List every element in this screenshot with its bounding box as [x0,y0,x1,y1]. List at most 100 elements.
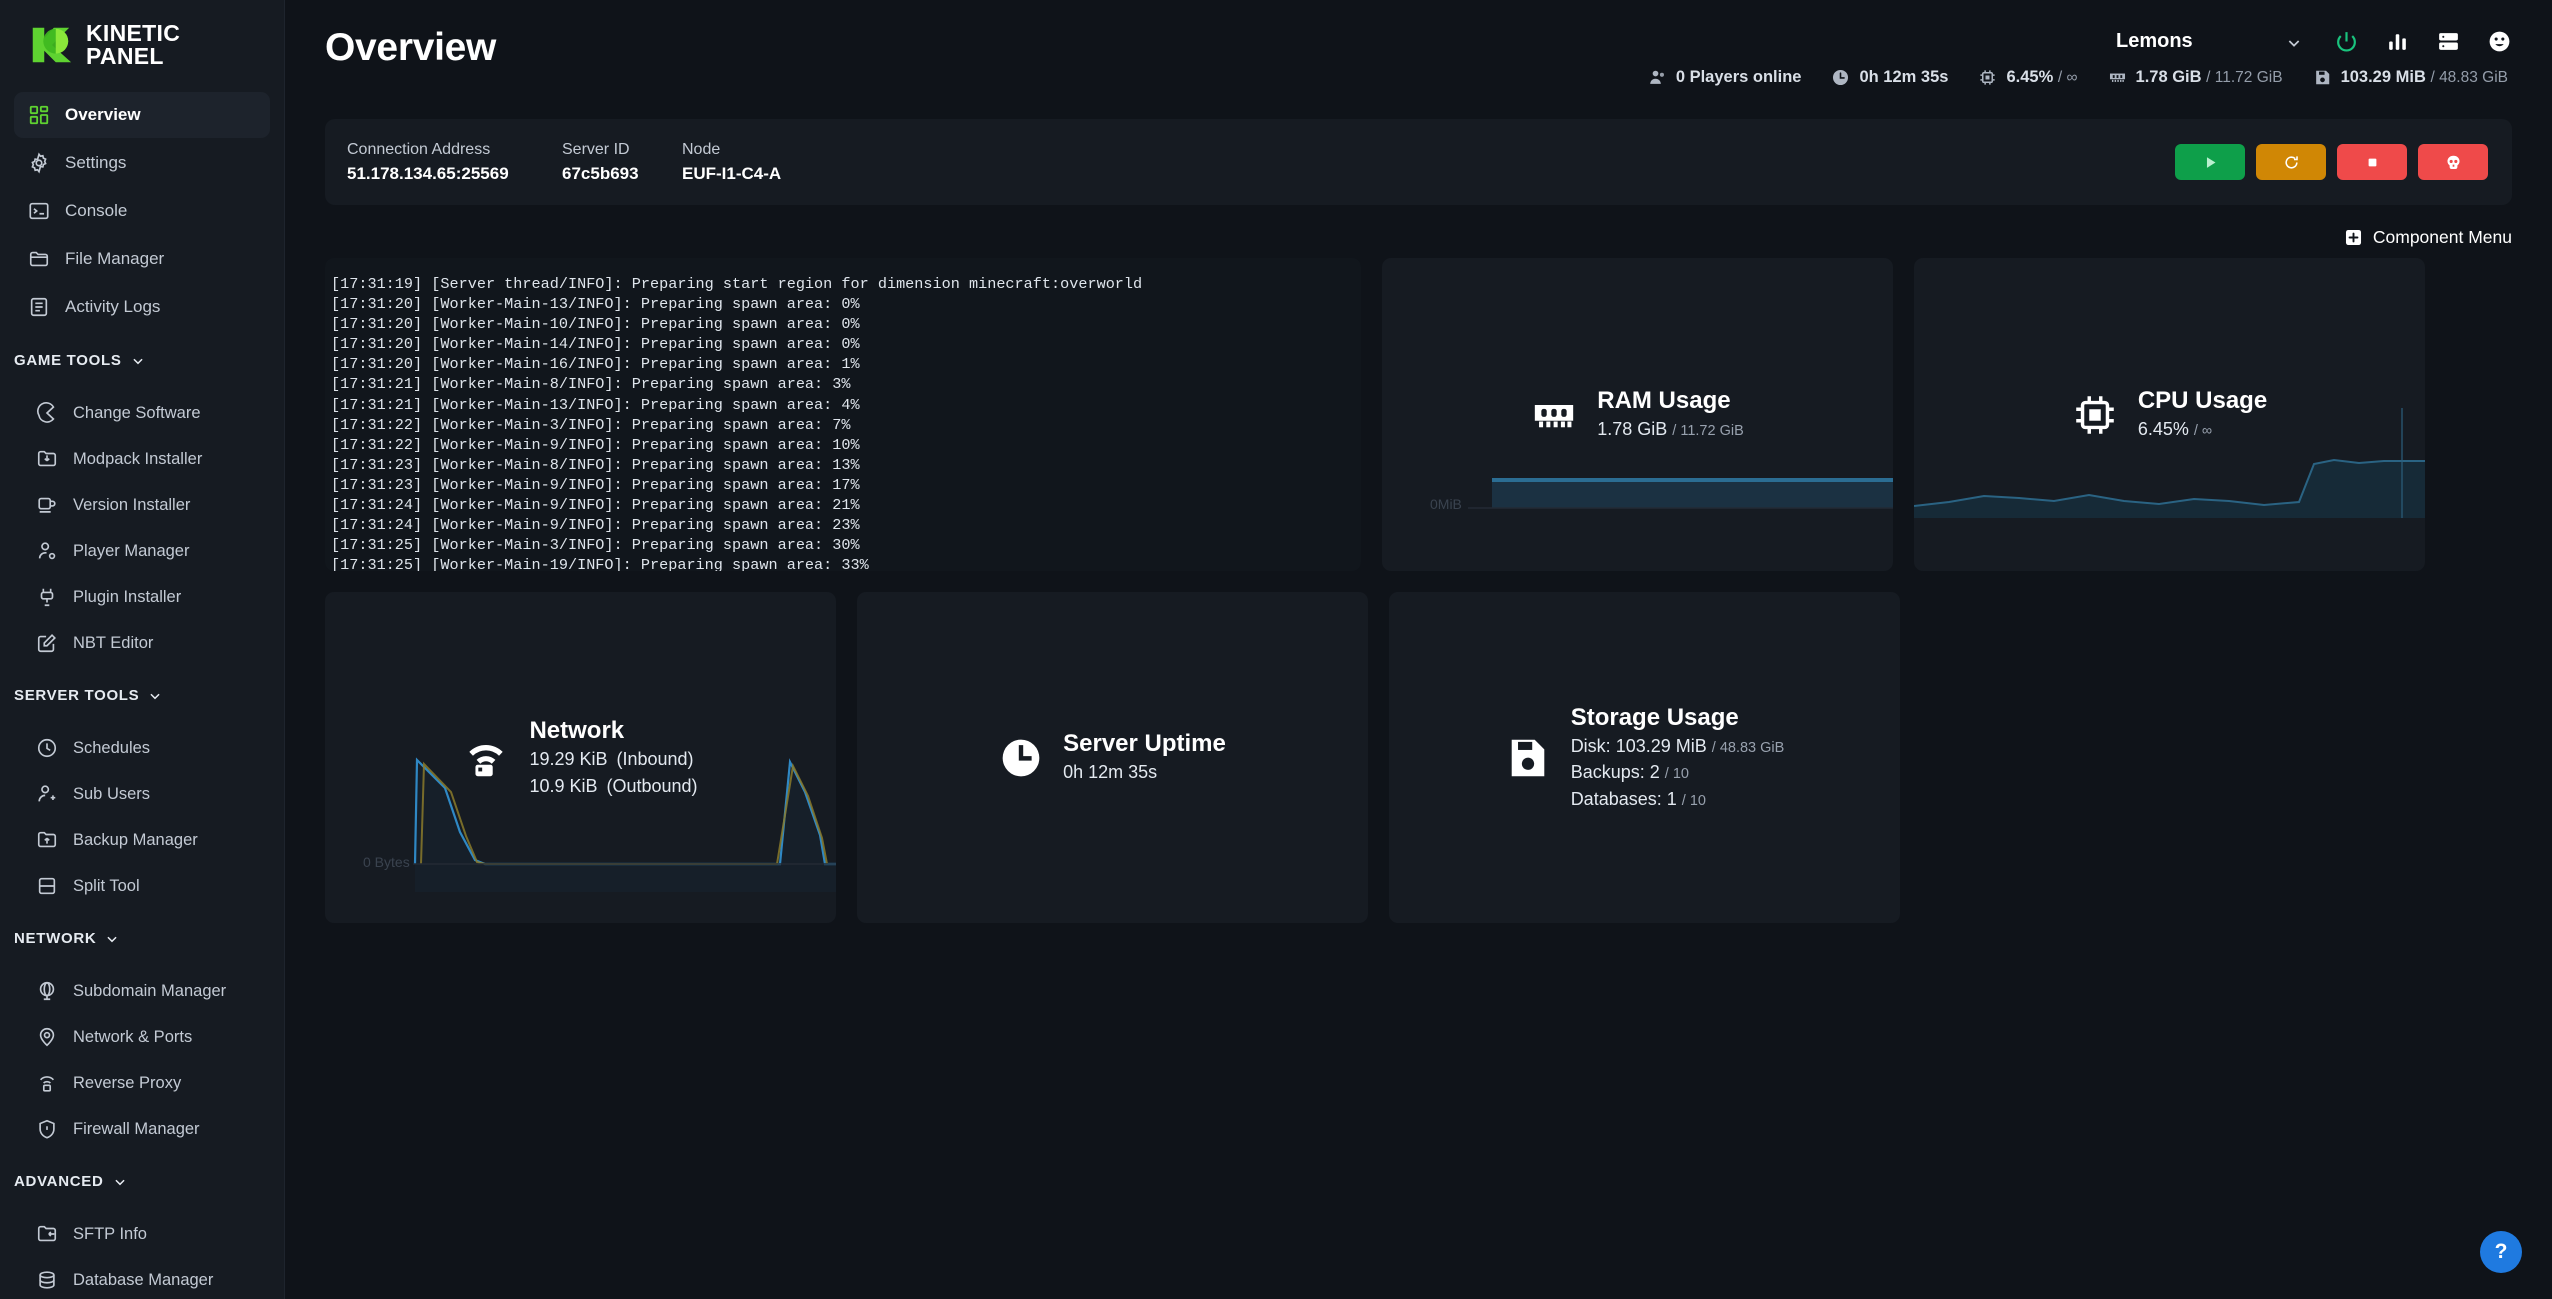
clock-icon [36,737,58,759]
cpu-card-content: CPU Usage 6.45% / ∞ [1914,258,2425,571]
storage-usage-card[interactable]: Storage Usage Disk: 103.29 MiB / 48.83 G… [1389,592,1900,923]
folder-icon [28,248,50,270]
stop-icon [2368,158,2376,166]
page-title: Overview [325,26,497,69]
kinetic-logo-icon [27,22,73,68]
console-card[interactable]: [17:31:19] [Server thread/INFO]: Prepari… [325,258,1361,571]
map-pin-icon [36,1026,58,1048]
server-selector[interactable]: Lemons [2108,26,2308,57]
sidebar-item-sub-users[interactable]: Sub Users [22,772,270,816]
server-split-icon [36,875,58,897]
server-icon[interactable] [2436,29,2461,54]
chevron-down-icon [2286,34,2302,50]
folder-transfer-icon [36,1223,58,1245]
storage-card-title: Storage Usage [1570,704,1739,732]
sidebar-item-backup-manager[interactable]: Backup Manager [22,818,270,862]
stat-ram-value: 1.78 GiB / 11.72 GiB [2135,68,2283,86]
console-line: [17:31:22] [Worker-Main-9/INFO]: Prepari… [331,435,860,454]
component-menu-button[interactable]: Component Menu [325,227,2512,248]
topbar: Overview Lemons 0 Players online 0h 12m … [285,0,2552,87]
sidebar-item-label: Network & Ports [73,1027,193,1046]
connection-card: Connection Address 51.178.134.65:25569 S… [325,119,2512,205]
sidebar-item-label: Database Manager [73,1270,214,1289]
sidebar-item-label: Version Installer [73,495,191,514]
sidebar-item-label: NBT Editor [73,633,154,652]
pacman-icon [36,402,58,424]
start-button[interactable] [2175,144,2245,180]
smiley-icon[interactable] [2487,29,2512,54]
sidebar-item-database-manager[interactable]: Database Manager [22,1258,270,1299]
stat-uptime: 0h 12m 35s [1831,68,1948,87]
chevron-down-icon [131,354,145,368]
uptime-card-value: 0h 12m 35s [1063,762,1158,783]
sidebar-item-firewall-manager[interactable]: Firewall Manager [22,1107,270,1151]
plus-square-icon [2344,228,2363,247]
sidebar-item-modpack-installer[interactable]: Modpack Installer [22,437,270,481]
sidebar-item-settings[interactable]: Settings [14,140,270,186]
players-icon [1648,68,1667,87]
ram-card-title: RAM Usage [1597,387,1731,415]
field-value[interactable]: 51.178.134.65:25569 [347,164,544,184]
sidebar-item-subdomain-manager[interactable]: Subdomain Manager [22,969,270,1013]
ram-card-content: RAM Usage 1.78 GiB / 11.72 GiB [1382,258,1893,571]
statistics-icon[interactable] [2385,29,2410,54]
sidebar-item-label: Sub Users [73,784,151,803]
sidebar-item-label: Player Manager [73,541,190,560]
uptime-card-content: Server Uptime 0h 12m 35s [857,592,1368,923]
package-icon [36,494,58,516]
grid-icon [28,104,50,126]
field-value[interactable]: 67c5b693 [562,164,664,184]
ram-usage-card[interactable]: 0MiB RAM Usage 1.78 GiB / 11.72 GiB [1382,258,1893,571]
sidebar-item-player-manager[interactable]: Player Manager [22,529,270,573]
stat-players: 0 Players online [1648,68,1802,87]
sidebar-section-network[interactable]: NETWORK [0,910,284,955]
sidebar-section-advanced[interactable]: ADVANCED [0,1153,284,1198]
sidebar-item-version-installer[interactable]: Version Installer [22,483,270,527]
sidebar-item-label: Schedules [73,738,151,757]
disk-icon [2313,68,2332,87]
kill-button[interactable] [2418,144,2488,180]
console-line: [17:31:23] [Worker-Main-9/INFO]: Prepari… [331,475,860,494]
console-line: [17:31:20] [Worker-Main-10/INFO]: Prepar… [331,315,860,334]
section-label: ADVANCED [14,1173,104,1190]
brand[interactable]: KINETIC PANEL [0,14,284,78]
sidebar-item-schedules[interactable]: Schedules [22,726,270,770]
skull-icon [2446,155,2460,169]
restart-button[interactable] [2256,144,2326,180]
chevron-down-icon [148,689,162,703]
network-card[interactable]: 0 Bytes Network 19.29 KiB (Inbound) 10.9 … [325,592,836,923]
wifi-router-icon [36,1072,58,1094]
play-icon [2206,156,2215,168]
stat-ram: 1.78 GiB / 11.72 GiB [2108,68,2283,87]
uptime-card-title: Server Uptime [1063,730,1226,758]
sidebar-section-server-tools[interactable]: SERVER TOOLS [0,667,284,712]
dashboard-row-2: 0 Bytes Network 19.29 KiB (Inbound) 10.9 … [325,592,2512,923]
console-line: [17:31:20] [Worker-Main-14/INFO]: Prepar… [331,335,860,354]
user-gear-icon [36,540,58,562]
sidebar-item-split-tool[interactable]: Split Tool [22,864,270,908]
ram-icon [1531,392,1577,438]
console-line: [17:31:25] [Worker-Main-3/INFO]: Prepari… [331,536,860,555]
sidebar-item-plugin-installer[interactable]: Plugin Installer [22,575,270,619]
help-button[interactable]: ? [2480,1231,2522,1273]
sidebar-item-activity-logs[interactable]: Activity Logs [14,284,270,330]
power-icon[interactable] [2334,29,2359,54]
sidebar-item-console[interactable]: Console [14,188,270,234]
sidebar-section-game-tools[interactable]: GAME TOOLS [0,332,284,377]
server-uptime-card[interactable]: Server Uptime 0h 12m 35s [857,592,1368,923]
sidebar-item-change-software[interactable]: Change Software [22,391,270,435]
sidebar-item-nbt-editor[interactable]: NBT Editor [22,621,270,665]
plug-icon [36,586,58,608]
stat-players-value: 0 Players online [1675,68,1802,86]
sidebar-item-network-ports[interactable]: Network & Ports [22,1015,270,1059]
sidebar: KINETIC PANEL Overview Settings Console … [0,0,285,1299]
sidebar-item-reverse-proxy[interactable]: Reverse Proxy [22,1061,270,1105]
sidebar-item-overview[interactable]: Overview [14,92,270,138]
server-row: Lemons [2108,26,2512,57]
sidebar-item-file-manager[interactable]: File Manager [14,236,270,282]
edit-square-icon [36,632,58,654]
server-tools-items: Schedules Sub Users Backup Manager Split… [0,712,284,908]
cpu-usage-card[interactable]: CPU Usage 6.45% / ∞ [1914,258,2425,571]
sidebar-item-sftp-info[interactable]: SFTP Info [22,1212,270,1256]
stop-button[interactable] [2337,144,2407,180]
